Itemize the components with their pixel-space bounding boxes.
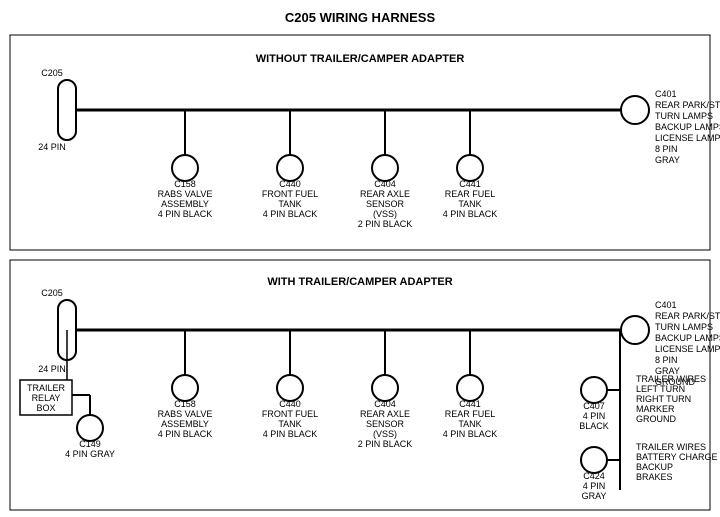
c401-desc3-1: BACKUP LAMPS [655,122,720,132]
c441-name-2: C441 [459,399,481,409]
c407-name: C407 [583,401,605,411]
relay-box-l3: BOX [36,403,55,413]
section1-title: WITHOUT TRAILER/CAMPER ADAPTER [256,53,465,65]
c407-l2: BLACK [579,421,609,431]
c404-s2-l4: 2 PIN BLACK [358,439,413,449]
c441-l2: TANK [458,199,481,209]
c407-wire-l2: LEFT TURN [636,384,685,394]
c205-pins-1: 24 PIN [38,142,66,152]
c440-name-1: C440 [279,179,301,189]
c149-l1: 4 PIN GRAY [65,449,115,459]
c401-pins-1: 8 PIN [655,144,678,154]
c440-name-2: C440 [279,399,301,409]
c401-s2-d4: LICENSE LAMPS [655,344,720,354]
c407-wire-l4: MARKER [636,404,675,414]
c440-s2-l2: TANK [278,419,301,429]
c158-name-1: C158 [174,179,196,189]
c401-desc1-1: REAR PARK/STOP [655,100,720,110]
c441-l3: 4 PIN BLACK [443,209,498,219]
c441-s2-l3: 4 PIN BLACK [443,429,498,439]
c440-l2: TANK [278,199,301,209]
c205-pins-2: 24 PIN [38,364,66,374]
diagram-title: C205 WIRING HARNESS [285,10,436,25]
c407-wire-l1: TRAILER WIRES [636,374,706,384]
c440-s2-l1: FRONT FUEL [262,409,318,419]
c158-s2-l1: RABS VALVE [158,409,213,419]
c441-l1: REAR FUEL [445,189,496,199]
c401-s2-d1: REAR PARK/STOP [655,311,720,321]
wiring-diagram: C205 WIRING HARNESS WITHOUT TRAILER/CAMP… [0,0,720,517]
c158-l3: 4 PIN BLACK [158,209,213,219]
c424-wire-l4: BRAKES [636,472,673,482]
c440-l1: FRONT FUEL [262,189,318,199]
c440-l3: 4 PIN BLACK [263,209,318,219]
c158-s2-l2: ASSEMBLY [161,419,209,429]
c404-s2-l2: SENSOR [366,419,405,429]
c158-name-2: C158 [174,399,196,409]
c424-wire-l2: BATTERY CHARGE [636,452,718,462]
c149-name: C149 [79,439,101,449]
c404-s2-l1: REAR AXLE [360,409,410,419]
c424-wire-l3: BACKUP [636,462,673,472]
c407-l1: 4 PIN [583,411,606,421]
c404-name-1: C404 [374,179,396,189]
c440-s2-l3: 4 PIN BLACK [263,429,318,439]
c404-l2: SENSOR [366,199,405,209]
c407-wire-l3: RIGHT TURN [636,394,691,404]
relay-box-l2: RELAY [32,393,61,403]
c404-name-2: C404 [374,399,396,409]
c441-s2-l1: REAR FUEL [445,409,496,419]
c401-label-2: C401 [655,300,677,310]
c401-color-1: GRAY [655,155,680,165]
c401-s2-d3: BACKUP LAMPS [655,333,720,343]
c441-name-1: C441 [459,179,481,189]
c424-name: C424 [583,471,605,481]
c158-l2: ASSEMBLY [161,199,209,209]
c158-s2-l3: 4 PIN BLACK [158,429,213,439]
c404-l4: 2 PIN BLACK [358,219,413,229]
relay-box-l1: TRAILER [27,383,66,393]
c158-l1: RABS VALVE [158,189,213,199]
c407-wire-l5: GROUND [636,414,676,424]
c404-l1: REAR AXLE [360,189,410,199]
c401-s2-d5: 8 PIN [655,355,678,365]
c401-desc2-1: TURN LAMPS [655,111,713,121]
c441-s2-l2: TANK [458,419,481,429]
c205-label-1: C205 [41,68,63,78]
c424-wire-l1: TRAILER WIRES [636,442,706,452]
section2-title: WITH TRAILER/CAMPER ADAPTER [267,276,452,288]
c424-l2: GRAY [582,491,607,501]
c404-s2-l3: (VSS) [373,429,397,439]
c401-desc4-1: LICENSE LAMPS [655,133,720,143]
c205-label-2: C205 [41,288,63,298]
c404-l3: (VSS) [373,209,397,219]
c424-l1: 4 PIN [583,481,606,491]
c401-label-1: C401 [655,89,677,99]
c401-s2-d2: TURN LAMPS [655,322,713,332]
